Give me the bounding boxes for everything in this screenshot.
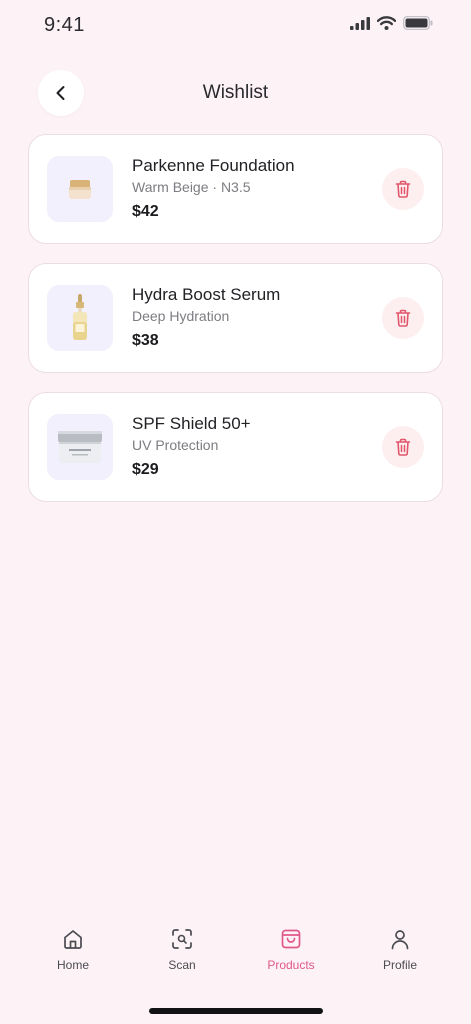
home-indicator xyxy=(149,1008,323,1014)
dropper-bottle-icon xyxy=(73,294,87,340)
wishlist-item[interactable]: Hydra Boost Serum Deep Hydration $38 xyxy=(28,263,443,373)
status-icons xyxy=(350,16,433,30)
cream-tub-icon xyxy=(58,431,102,463)
wifi-icon xyxy=(377,16,396,30)
delete-button[interactable] xyxy=(382,426,424,468)
tab-label: Profile xyxy=(382,958,417,972)
product-thumbnail xyxy=(47,285,113,351)
product-price: $38 xyxy=(132,332,159,349)
delete-button[interactable] xyxy=(382,297,424,339)
jar-icon xyxy=(69,180,91,199)
bottom-tab-bar: Home Scan Products Profile xyxy=(0,920,471,990)
user-icon xyxy=(391,930,409,950)
product-price: $42 xyxy=(132,203,159,220)
product-variant: Deep Hydration xyxy=(132,308,230,324)
trash-icon xyxy=(395,180,411,198)
product-variant: UV Protection xyxy=(132,437,219,453)
header: Wishlist xyxy=(0,66,471,120)
trash-icon xyxy=(395,438,411,456)
tab-label: Scan xyxy=(168,958,196,972)
page-title: Wishlist xyxy=(202,82,269,103)
product-name: Hydra Boost Serum xyxy=(132,285,281,304)
tab-label: Home xyxy=(56,958,89,972)
tab-label: Products xyxy=(267,958,315,972)
delete-button[interactable] xyxy=(382,168,424,210)
tab-products[interactable]: Products xyxy=(246,928,336,972)
product-thumbnail xyxy=(47,414,113,480)
wishlist-list: Parkenne Foundation Warm Beige · N3.5 $4… xyxy=(28,134,443,521)
status-bar: 9:41 xyxy=(0,0,471,52)
battery-icon xyxy=(403,16,433,30)
product-price: $29 xyxy=(132,461,159,478)
tab-scan[interactable]: Scan xyxy=(137,928,227,972)
wishlist-item[interactable]: SPF Shield 50+ UV Protection $29 xyxy=(28,392,443,502)
tab-profile[interactable]: Profile xyxy=(355,928,445,972)
shopping-bag-icon xyxy=(281,929,301,949)
product-name: Parkenne Foundation xyxy=(132,156,295,175)
product-name: SPF Shield 50+ xyxy=(132,414,251,433)
product-thumbnail xyxy=(47,156,113,222)
scan-icon xyxy=(172,929,192,949)
status-time: 9:41 xyxy=(44,14,85,36)
home-icon xyxy=(64,930,82,949)
trash-icon xyxy=(395,309,411,327)
tab-home[interactable]: Home xyxy=(28,928,118,972)
signal-icon xyxy=(350,16,370,30)
product-variant: Warm Beige · N3.5 xyxy=(132,179,251,195)
wishlist-item[interactable]: Parkenne Foundation Warm Beige · N3.5 $4… xyxy=(28,134,443,244)
